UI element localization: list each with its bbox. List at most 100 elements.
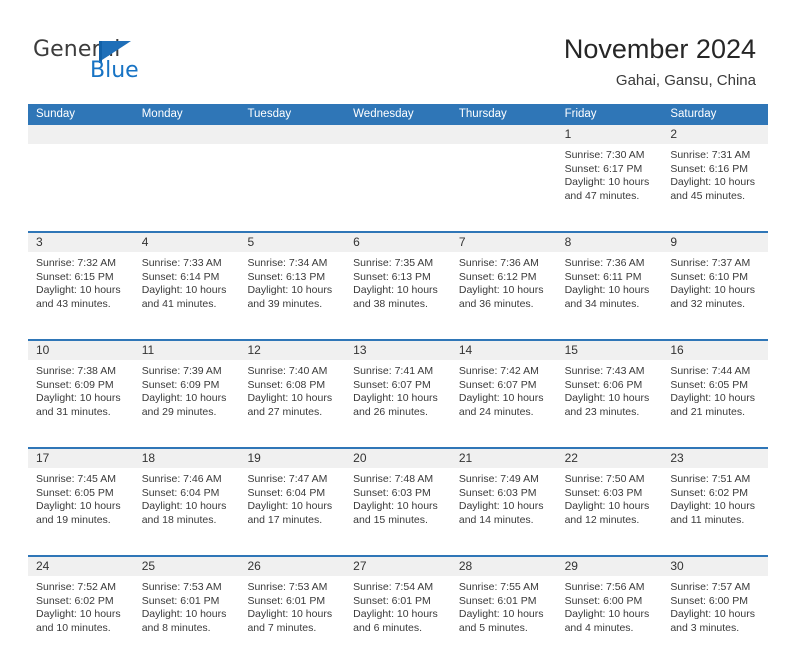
day-detail-line: Sunrise: 7:39 AM: [141, 365, 222, 377]
day-detail-line: and 31 minutes.: [36, 405, 111, 418]
calendar-day-cell[interactable]: Sunrise: 7:31 AM Sunset: 6:16 PM Daylight:…: [662, 144, 769, 231]
day-detail-line: Sunrise: 7:54 AM: [353, 581, 434, 593]
day-detail-line: and 39 minutes.: [247, 297, 323, 310]
calendar-week-row: 1 2 Sunrise: 7:30 AM Sunset: 6:17 PM Dayligh…: [28, 125, 769, 231]
day-detail-line: Daylight: 10 hours: [247, 500, 333, 513]
calendar-day-cell[interactable]: Sunrise: 7:47 AM Sunset: 6:04 PM Daylight:…: [239, 468, 346, 555]
calendar-day-cell[interactable]: Sunrise: 7:52 AM Sunset: 6:02 PM Daylight:…: [28, 576, 134, 663]
calendar-empty-cell: [345, 144, 451, 231]
general-blue-logo[interactable]: General Blue: [33, 38, 163, 84]
calendar-day-cell[interactable]: Sunrise: 7:50 AM Sunset: 6:03 PM Daylight:…: [556, 468, 663, 555]
calendar-empty-cell: [239, 144, 346, 231]
day-detail-line: and 12 minutes.: [564, 513, 640, 526]
day-detail-line: Sunrise: 7:53 AM: [247, 581, 328, 593]
calendar-day-cell[interactable]: Sunrise: 7:49 AM Sunset: 6:03 PM Daylight:…: [450, 468, 557, 555]
day-detail-line: Daylight: 10 hours: [141, 392, 227, 405]
day-detail-line: Sunset: 6:04 PM: [141, 486, 220, 499]
calendar-day-cell[interactable]: Sunrise: 7:39 AM Sunset: 6:09 PM Daylight:…: [133, 360, 240, 447]
day-detail-line: and 36 minutes.: [458, 297, 534, 310]
weekday-header-row: Sunday Monday Tuesday Wednesday Thursday Frid…: [28, 104, 768, 125]
day-detail-line: Sunrise: 7:45 AM: [36, 473, 116, 485]
calendar-day-cell[interactable]: Sunrise: 7:45 AM Sunset: 6:05 PM Daylight:…: [28, 468, 134, 555]
day-detail-line: Daylight: 10 hours: [458, 284, 544, 297]
day-number: 23: [670, 451, 684, 465]
calendar-day-cell[interactable]: Sunrise: 7:51 AM Sunset: 6:02 PM Daylight:…: [662, 468, 769, 555]
day-detail-line: and 32 minutes.: [670, 297, 746, 310]
day-detail-line: Sunrise: 7:40 AM: [247, 365, 328, 377]
day-detail-line: Sunset: 6:09 PM: [36, 378, 114, 391]
day-detail-line: Sunset: 6:05 PM: [670, 378, 748, 391]
calendar-day-cell[interactable]: Sunrise: 7:48 AM Sunset: 6:03 PM Daylight:…: [345, 468, 451, 555]
day-number: 2: [670, 127, 677, 141]
page-subtitle: Gahai, Gansu, China: [615, 72, 756, 89]
calendar-day-cell[interactable]: Sunrise: 7:53 AM Sunset: 6:01 PM Daylight:…: [133, 576, 240, 663]
day-detail-line: Sunset: 6:17 PM: [564, 162, 643, 175]
day-detail-line: Sunset: 6:07 PM: [353, 378, 431, 391]
day-detail-line: Daylight: 10 hours: [458, 608, 544, 621]
calendar-day-cell[interactable]: Sunrise: 7:38 AM Sunset: 6:09 PM Daylight:…: [28, 360, 134, 447]
day-number: 10: [36, 343, 50, 357]
day-detail-line: and 11 minutes.: [670, 513, 745, 526]
day-detail-line: Sunrise: 7:44 AM: [670, 365, 751, 377]
week-cells: Sunrise: 7:38 AM Sunset: 6:09 PM Daylight:…: [28, 360, 769, 447]
calendar-day-cell[interactable]: Sunrise: 7:34 AM Sunset: 6:13 PM Daylight:…: [239, 252, 346, 339]
calendar-day-cell[interactable]: Sunrise: 7:30 AM Sunset: 6:17 PM Daylight:…: [556, 144, 663, 231]
day-detail-line: Daylight: 10 hours: [353, 392, 438, 405]
calendar-grid: Sunday Monday Tuesday Wednesday Thursday Frid…: [28, 104, 769, 663]
day-detail-lines: Sunrise: 7:53 AM Sunset: 6:01 PM Daylight:…: [239, 576, 345, 635]
day-number: 4: [141, 235, 149, 249]
day-detail-lines: Sunrise: 7:35 AM Sunset: 6:13 PM Daylight:…: [345, 252, 451, 311]
calendar-day-cell[interactable]: Sunrise: 7:43 AM Sunset: 6:06 PM Daylight:…: [556, 360, 663, 447]
calendar-day-cell[interactable]: Sunrise: 7:36 AM Sunset: 6:12 PM Daylight:…: [450, 252, 557, 339]
calendar-day-cell[interactable]: Sunrise: 7:46 AM Sunset: 6:04 PM Daylight:…: [133, 468, 240, 555]
day-detail-line: Sunset: 6:13 PM: [353, 270, 431, 283]
logo-text-blue: Blue: [90, 58, 139, 83]
day-number: 15: [564, 343, 578, 357]
calendar-weeks: 1 2 Sunrise: 7:30 AM Sunset: 6:17 PM Dayligh…: [28, 125, 769, 663]
calendar-day-cell[interactable]: Sunrise: 7:36 AM Sunset: 6:11 PM Daylight:…: [556, 252, 663, 339]
day-detail-line: Sunset: 6:01 PM: [458, 594, 537, 607]
day-detail-line: and 14 minutes.: [458, 513, 534, 526]
day-detail-line: Daylight: 10 hours: [141, 608, 227, 621]
day-detail-line: Sunset: 6:04 PM: [247, 486, 326, 499]
day-detail-lines: Sunrise: 7:51 AM Sunset: 6:02 PM Daylight:…: [662, 468, 768, 527]
day-detail-line: Daylight: 10 hours: [36, 284, 121, 297]
calendar-day-cell[interactable]: Sunrise: 7:37 AM Sunset: 6:10 PM Daylight:…: [662, 252, 769, 339]
day-number-band: 10 11 12 13 14 15 16: [28, 341, 768, 360]
calendar-empty-cell: [28, 144, 134, 231]
calendar-day-cell[interactable]: Sunrise: 7:57 AM Sunset: 6:00 PM Daylight:…: [662, 576, 769, 663]
calendar-day-cell[interactable]: Sunrise: 7:56 AM Sunset: 6:00 PM Daylight:…: [556, 576, 663, 663]
day-detail-line: Sunrise: 7:57 AM: [670, 581, 751, 593]
day-detail-line: Sunrise: 7:37 AM: [670, 257, 751, 269]
day-detail-line: Sunrise: 7:50 AM: [564, 473, 645, 485]
day-detail-line: and 19 minutes.: [36, 513, 111, 526]
calendar-day-cell[interactable]: Sunrise: 7:42 AM Sunset: 6:07 PM Daylight:…: [450, 360, 557, 447]
day-number: 26: [247, 559, 261, 573]
day-detail-line: and 23 minutes.: [564, 405, 640, 418]
calendar-day-cell[interactable]: Sunrise: 7:40 AM Sunset: 6:08 PM Daylight:…: [239, 360, 346, 447]
day-number: 3: [36, 235, 43, 249]
calendar-day-cell[interactable]: Sunrise: 7:44 AM Sunset: 6:05 PM Daylight:…: [662, 360, 769, 447]
day-number-empty: [451, 125, 557, 144]
calendar-day-cell[interactable]: Sunrise: 7:33 AM Sunset: 6:14 PM Daylight:…: [133, 252, 240, 339]
day-detail-line: Daylight: 10 hours: [670, 176, 755, 189]
calendar-day-cell[interactable]: Sunrise: 7:35 AM Sunset: 6:13 PM Daylight:…: [345, 252, 451, 339]
calendar-day-cell[interactable]: Sunrise: 7:32 AM Sunset: 6:15 PM Daylight:…: [28, 252, 134, 339]
day-detail-line: Daylight: 10 hours: [564, 284, 650, 297]
day-detail-lines: Sunrise: 7:55 AM Sunset: 6:01 PM Daylight:…: [451, 576, 557, 635]
day-number: 6: [353, 235, 360, 249]
day-detail-line: and 47 minutes.: [564, 189, 640, 202]
calendar-day-cell[interactable]: Sunrise: 7:54 AM Sunset: 6:01 PM Daylight:…: [345, 576, 451, 663]
week-cells: Sunrise: 7:45 AM Sunset: 6:05 PM Daylight:…: [28, 468, 769, 555]
day-number: 11: [141, 343, 155, 357]
calendar-empty-cell: [450, 144, 557, 231]
day-detail-lines: Sunrise: 7:56 AM Sunset: 6:00 PM Daylight:…: [557, 576, 663, 635]
day-detail-line: Sunset: 6:10 PM: [670, 270, 748, 283]
day-detail-line: Sunrise: 7:42 AM: [458, 365, 539, 377]
calendar-day-cell[interactable]: Sunrise: 7:53 AM Sunset: 6:01 PM Daylight:…: [239, 576, 346, 663]
calendar-week-row: 17 18 19 20 21 22 23 Sunrise: 7:45 AM Sunset: 6:…: [28, 447, 769, 555]
day-detail-line: and 5 minutes.: [458, 621, 528, 634]
day-number: 13: [353, 343, 367, 357]
calendar-day-cell[interactable]: Sunrise: 7:55 AM Sunset: 6:01 PM Daylight:…: [450, 576, 557, 663]
calendar-day-cell[interactable]: Sunrise: 7:41 AM Sunset: 6:07 PM Daylight:…: [345, 360, 451, 447]
